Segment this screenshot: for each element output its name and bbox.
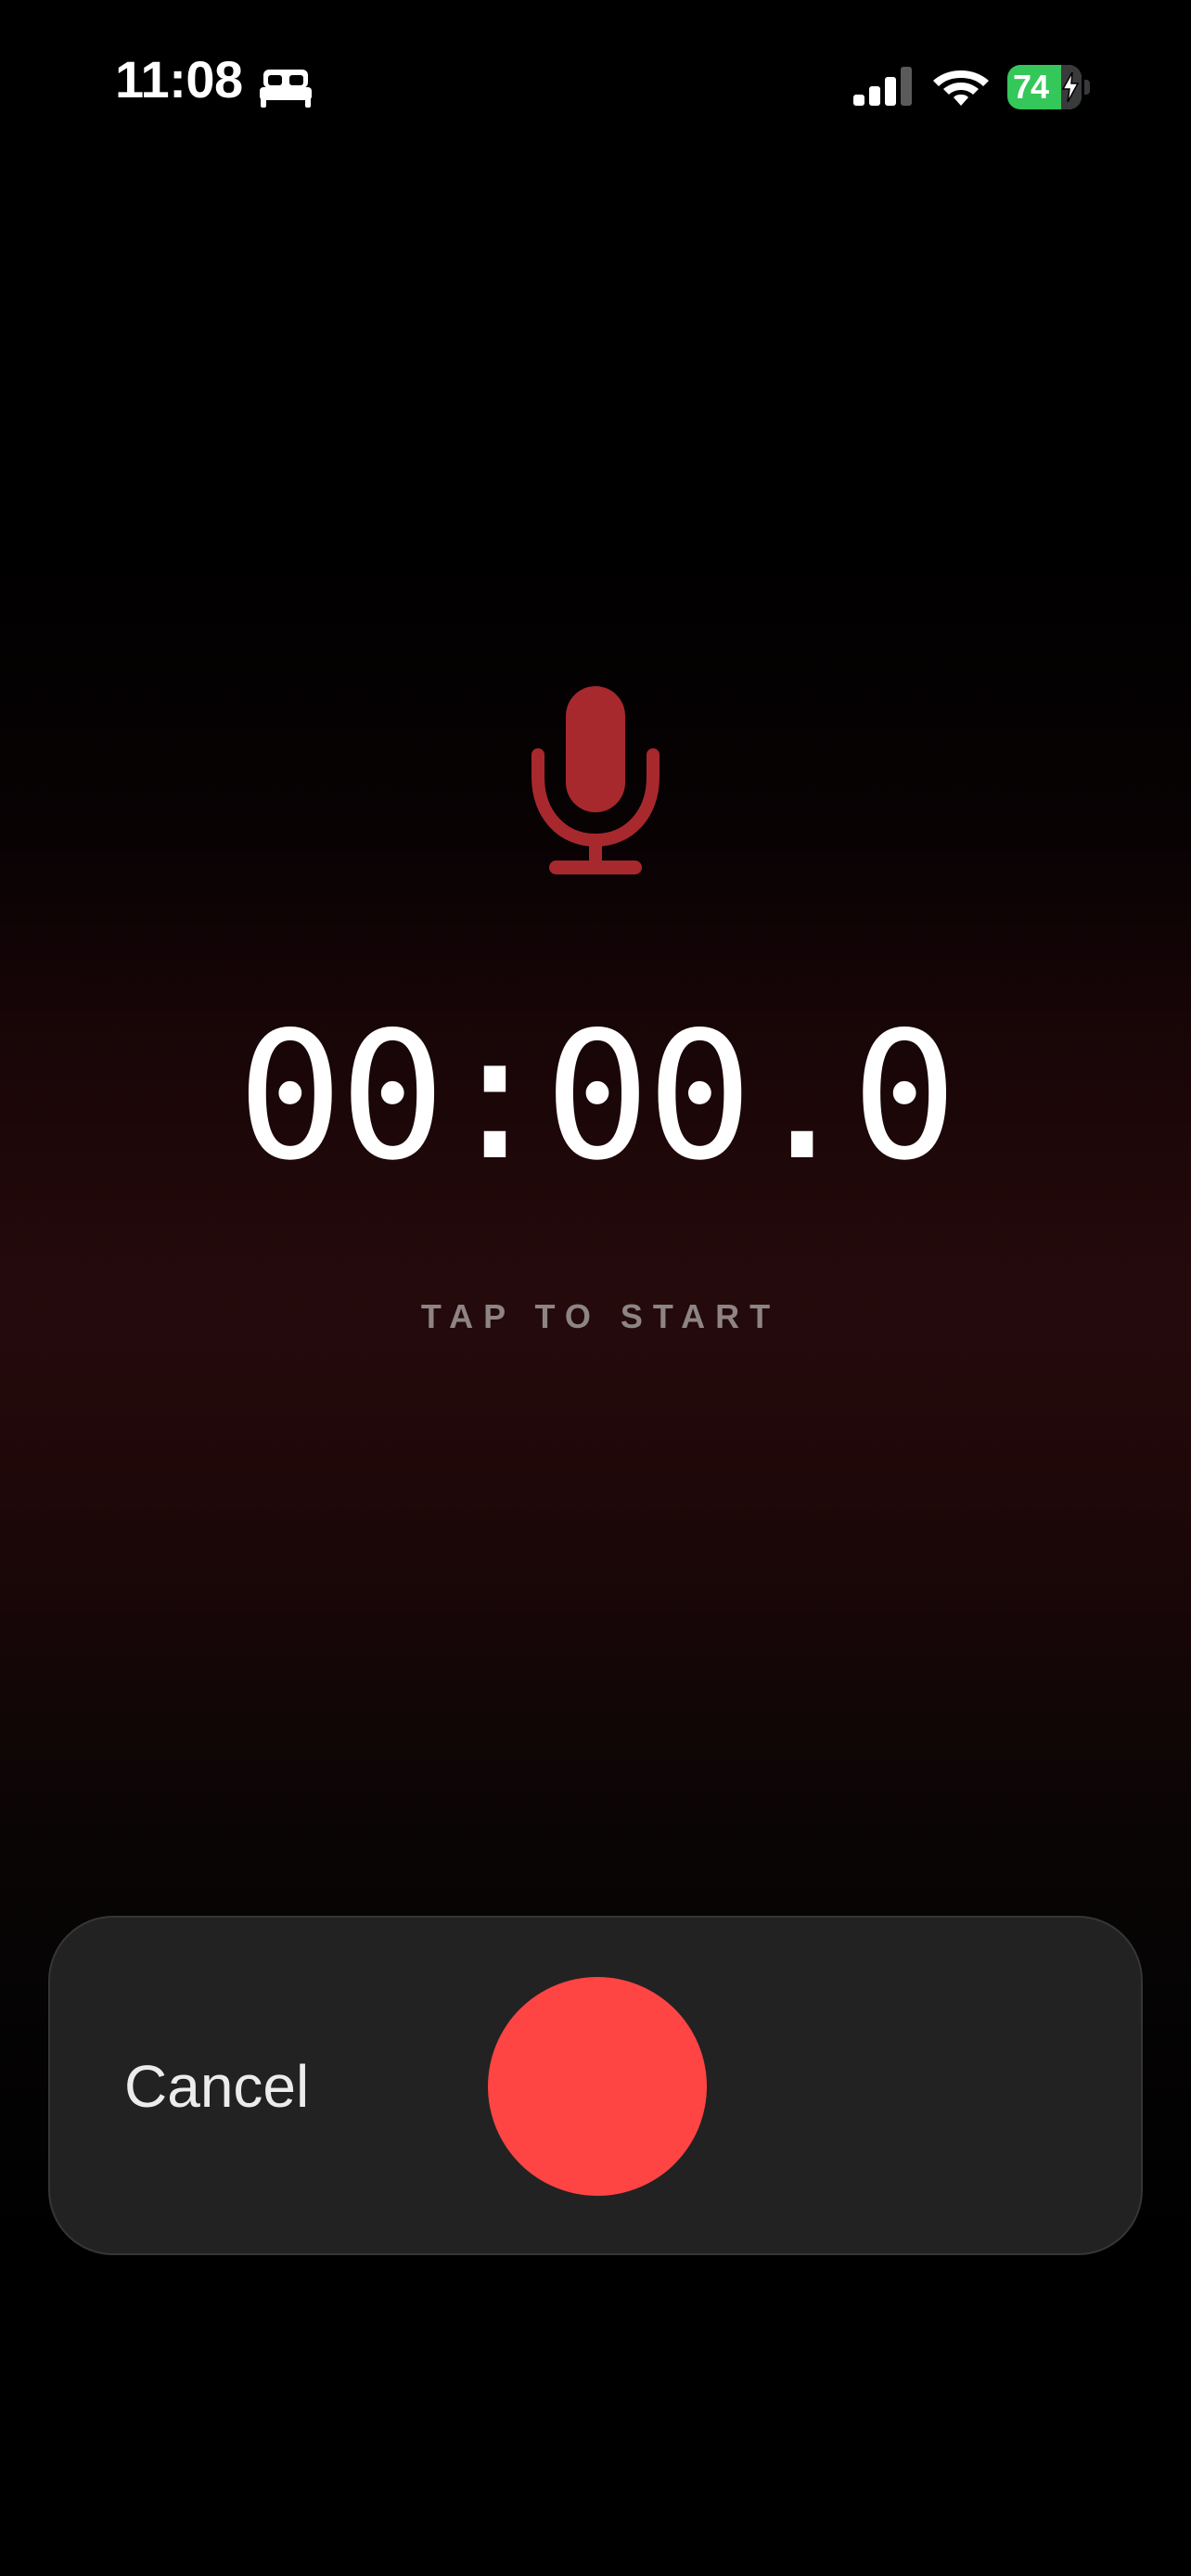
cellular-signal-icon bbox=[853, 67, 912, 106]
cancel-button[interactable]: Cancel bbox=[124, 2057, 309, 2116]
recording-timer: 00:00.0 bbox=[237, 994, 958, 1199]
wifi-icon bbox=[933, 70, 989, 106]
tap-to-start-hint: TAP TO START bbox=[420, 1297, 781, 1335]
charging-bolt-icon bbox=[1061, 72, 1080, 102]
battery-level: 74 bbox=[1013, 68, 1049, 106]
microphone-icon bbox=[531, 686, 660, 874]
battery-cap bbox=[1084, 80, 1090, 95]
battery-body: 74 bbox=[1007, 65, 1082, 109]
recording-controls-panel: Cancel bbox=[48, 1916, 1143, 2255]
bed-icon bbox=[260, 70, 312, 108]
status-time: 11:08 bbox=[115, 50, 243, 108]
battery-indicator: 74 bbox=[1007, 65, 1091, 109]
record-button[interactable] bbox=[488, 1977, 707, 2196]
